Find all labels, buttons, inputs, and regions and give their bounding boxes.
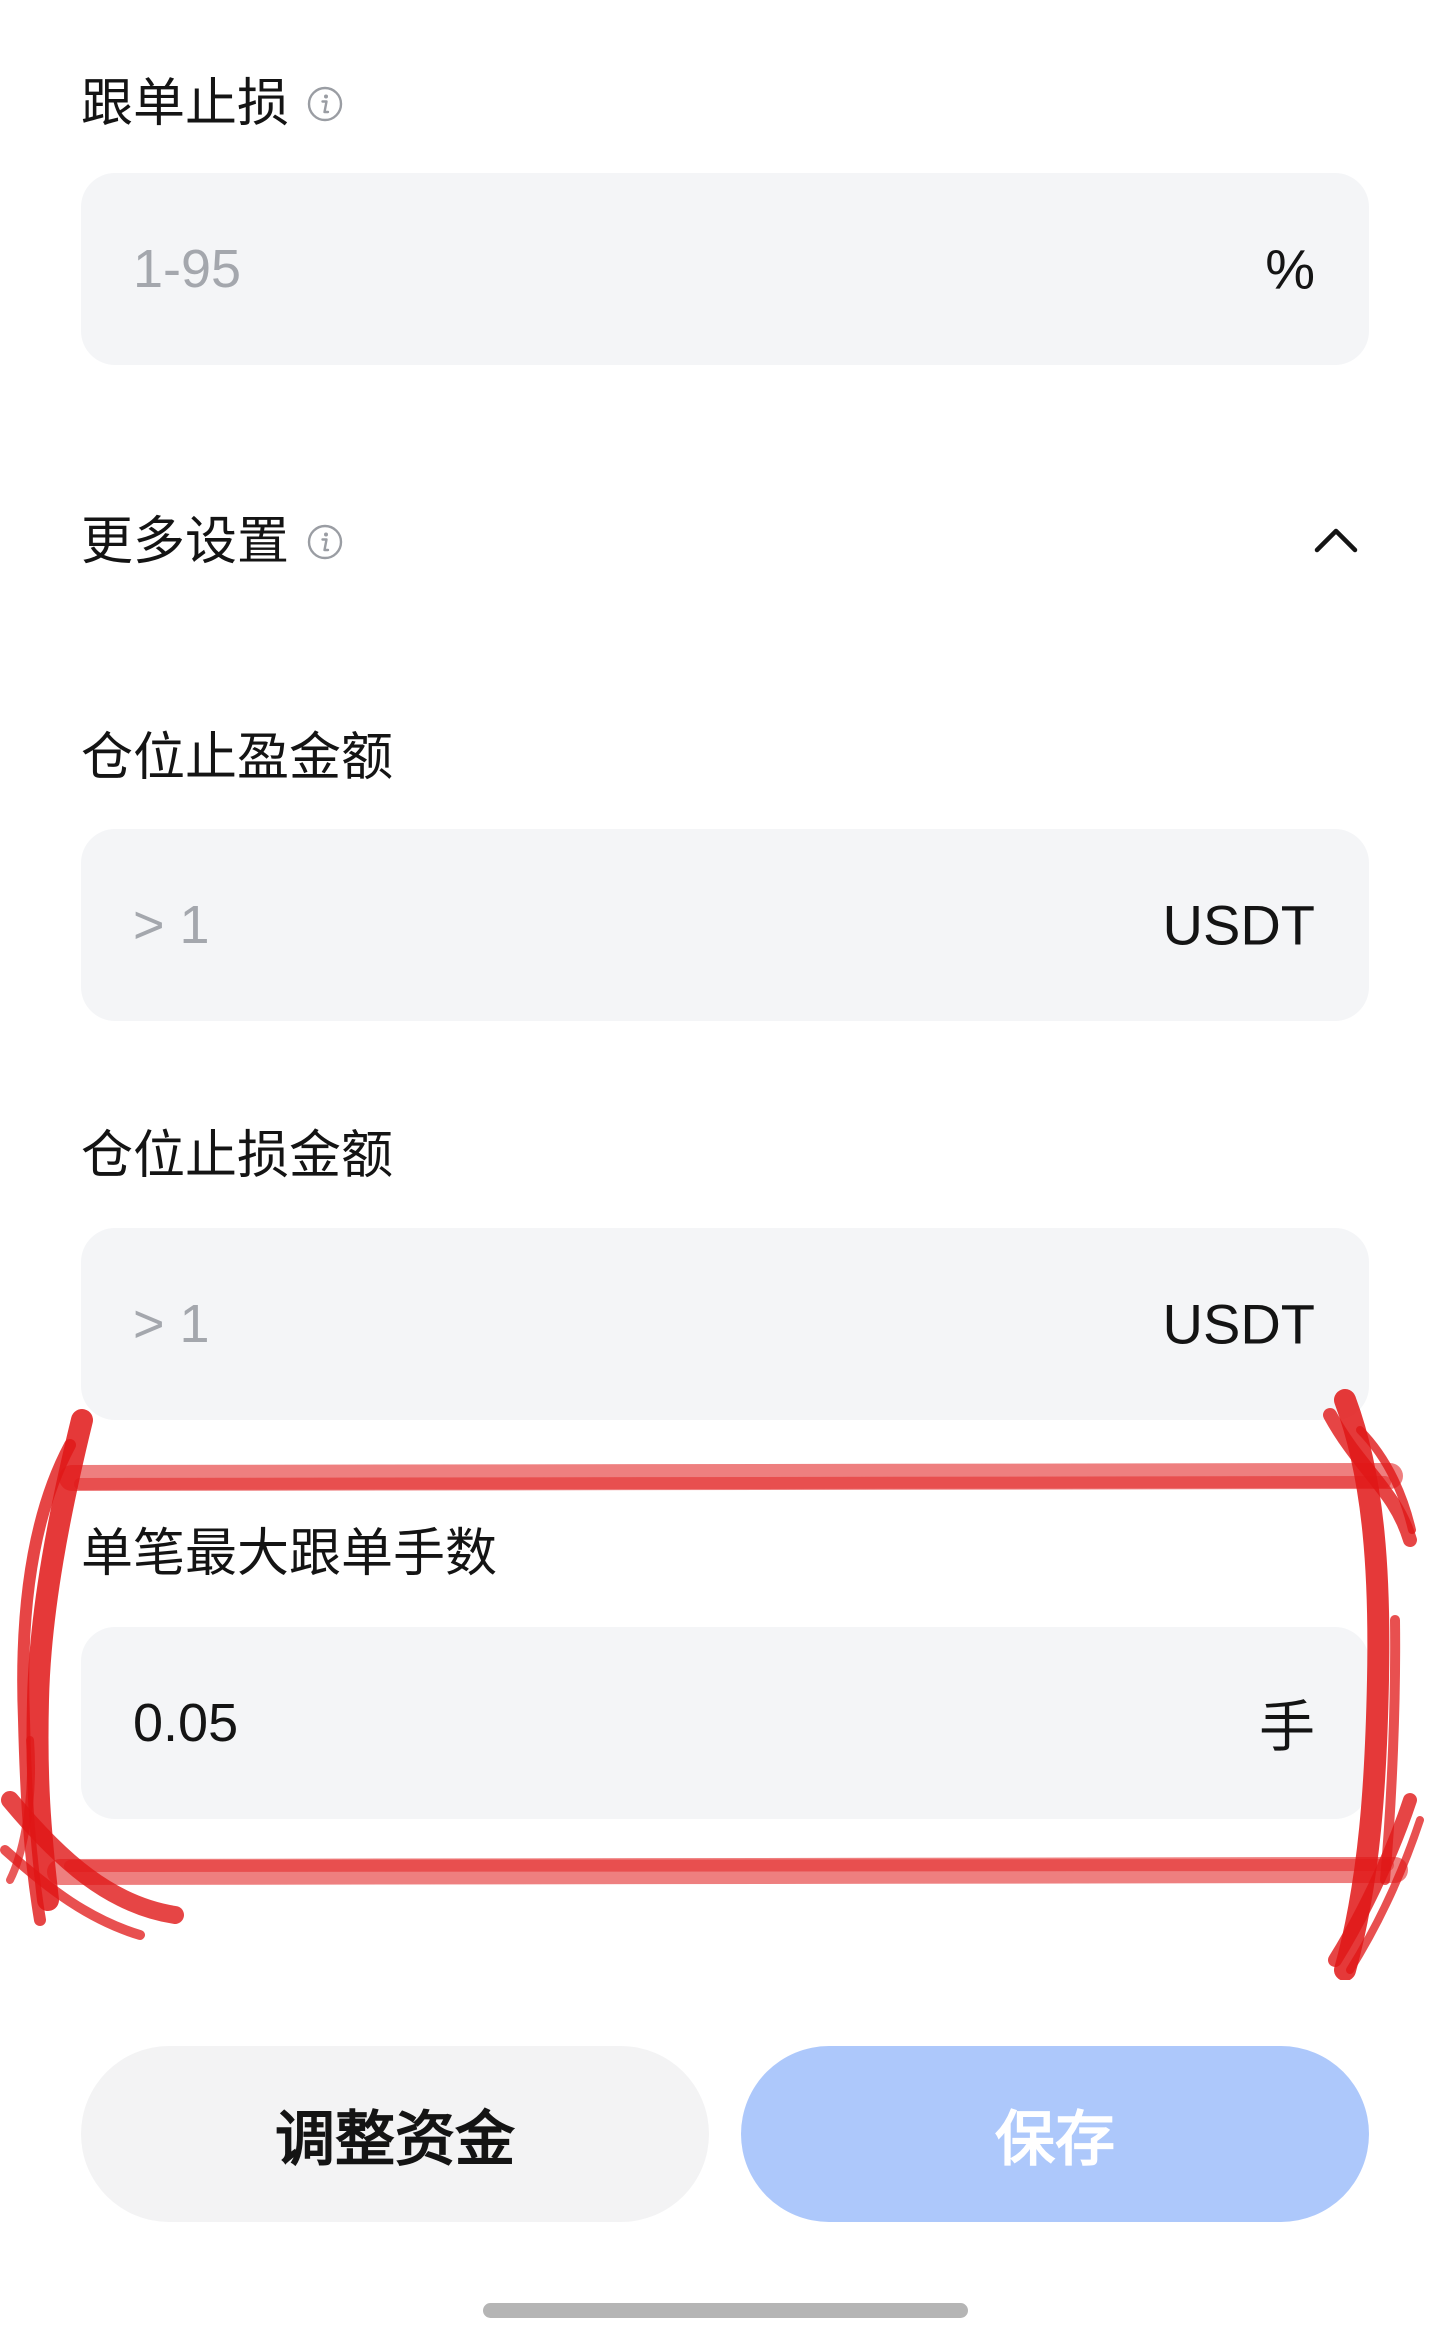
stop-loss-label: 跟单止损 — [81, 74, 290, 134]
max-lots-input[interactable]: 0.05 手 — [81, 1627, 1369, 1819]
max-lots-value: 0.05 — [133, 1693, 239, 1753]
take-profit-amount-label: 仓位止盈金额 — [81, 728, 394, 788]
stop-loss-input[interactable]: 1-95 % — [81, 173, 1369, 365]
take-profit-amount-input[interactable]: > 1 USDT — [81, 829, 1369, 1021]
max-lots-label-row: 单笔最大跟单手数 — [81, 1528, 497, 1580]
max-lots-label: 单笔最大跟单手数 — [81, 1524, 498, 1584]
stop-loss-amount-placeholder: > 1 — [133, 1294, 210, 1354]
stop-loss-amount-input[interactable]: > 1 USDT — [81, 1228, 1369, 1420]
take-profit-amount-unit: USDT — [1162, 893, 1315, 957]
stop-loss-placeholder: 1-95 — [133, 239, 242, 299]
stop-loss-amount-label: 仓位止损金额 — [81, 1126, 394, 1186]
stop-loss-amount-unit: USDT — [1162, 1292, 1315, 1356]
max-lots-unit: 手 — [1259, 1695, 1315, 1759]
take-profit-amount-label-row: 仓位止盈金额 — [81, 732, 393, 784]
adjust-funds-label: 调整资金 — [275, 2104, 515, 2175]
stop-loss-label-row: 跟单止损 — [81, 78, 343, 130]
more-settings-label: 更多设置 — [81, 512, 290, 572]
info-icon[interactable] — [307, 86, 343, 122]
save-label: 保存 — [995, 2104, 1115, 2175]
more-settings-row[interactable]: 更多设置 — [81, 516, 343, 568]
home-indicator[interactable] — [483, 2303, 968, 2318]
take-profit-amount-placeholder: > 1 — [133, 895, 210, 955]
stop-loss-amount-label-row: 仓位止损金额 — [81, 1130, 393, 1182]
save-button[interactable]: 保存 — [741, 2046, 1369, 2222]
adjust-funds-button[interactable]: 调整资金 — [81, 2046, 709, 2222]
info-icon[interactable] — [307, 524, 343, 560]
copy-trade-settings-page: 跟单止损 1-95 % 更多设置 仓位止盈金额 > 1 USDT 仓位止损金额 … — [0, 0, 1440, 2336]
stop-loss-unit: % — [1265, 237, 1315, 301]
chevron-up-icon[interactable] — [1313, 525, 1359, 555]
